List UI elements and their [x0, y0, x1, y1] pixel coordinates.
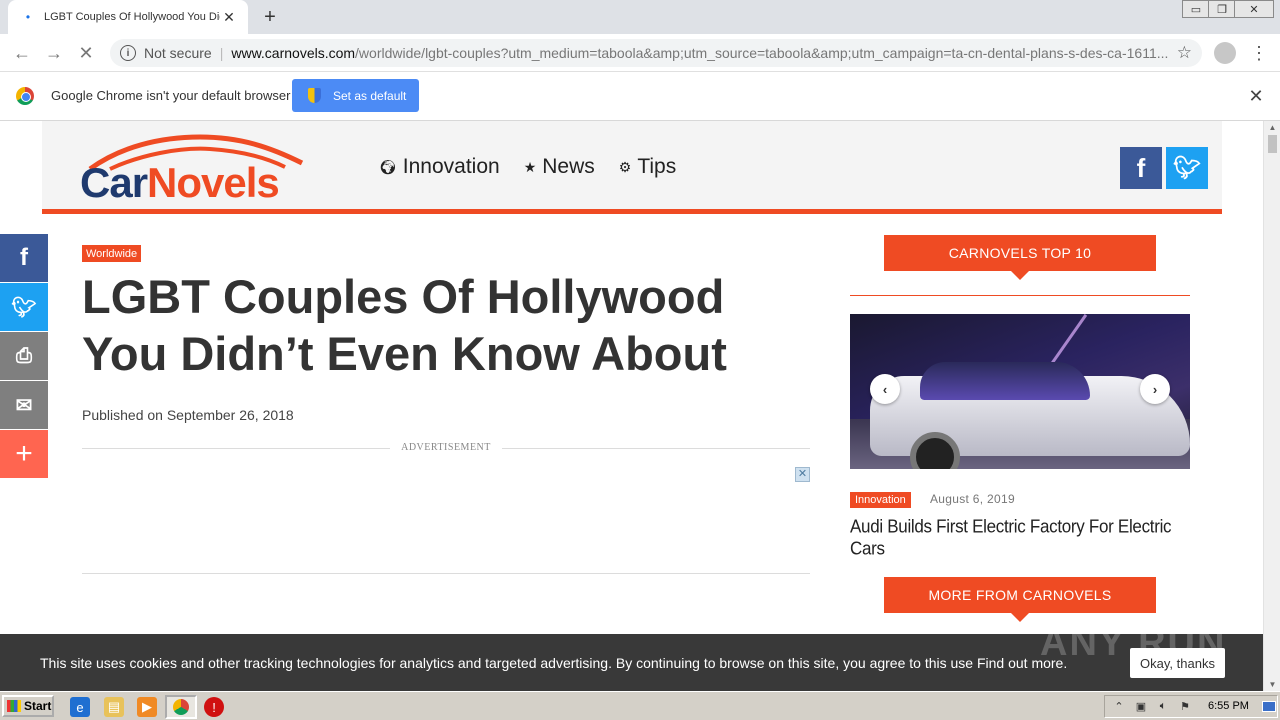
car-glass: [920, 362, 1090, 400]
nav-label: Tips: [637, 155, 677, 178]
url-host: www.carnovels.com: [231, 45, 356, 61]
tray-expand-icon[interactable]: ⌃: [1111, 700, 1127, 714]
chrome-icon: [173, 699, 189, 715]
advertisement-label: ADVERTISEMENT: [390, 442, 502, 453]
nav-label: Innovation: [402, 155, 500, 178]
slide-image[interactable]: [850, 314, 1190, 469]
set-as-default-button[interactable]: Set as default: [292, 79, 419, 112]
browser-tab[interactable]: • LGBT Couples Of Hollywood You Didn ✕: [8, 0, 248, 34]
start-button[interactable]: Start: [2, 695, 54, 717]
security-label: Not secure: [144, 45, 212, 61]
category-badge[interactable]: Worldwide: [82, 245, 142, 262]
windows-logo-icon: [7, 700, 21, 712]
chrome-menu-icon[interactable]: ⋮: [1250, 42, 1268, 64]
tab-title: LGBT Couples Of Hollywood You Didn: [44, 11, 220, 23]
top10-heading: CARNOVELS TOP 10: [884, 235, 1156, 280]
post-date: August 6, 2019: [930, 492, 1015, 506]
carnovels-logo[interactable]: CarNovels: [80, 133, 310, 205]
new-tab-button[interactable]: +: [258, 5, 282, 29]
page-scrollbar[interactable]: ▲ ▼: [1263, 121, 1280, 691]
restore-button[interactable]: ❐: [1208, 0, 1236, 18]
post-category-badge[interactable]: Innovation: [850, 492, 911, 508]
start-label: Start: [24, 699, 52, 713]
infobar-close-icon[interactable]: ✕: [1246, 86, 1266, 107]
uac-shield-icon: [308, 88, 321, 103]
main-nav: 🌍︎ Innovation ★ News ⚙ Tips: [379, 155, 700, 179]
nav-item-innovation[interactable]: 🌍︎ Innovation: [379, 155, 500, 179]
post-title-link[interactable]: Audi Builds First Electric Factory For E…: [850, 516, 1190, 560]
ad-bottom-divider: [82, 573, 810, 574]
scroll-thumb[interactable]: [1268, 135, 1277, 153]
globe-icon: 🌍︎: [379, 158, 397, 175]
show-desktop-icon[interactable]: [1262, 701, 1276, 712]
info-icon[interactable]: i: [120, 45, 136, 61]
windows-taskbar: Start e ▤ ▶ ! ⌃ ▣ 🔈︎ ⚑ 6:55 PM: [0, 691, 1280, 720]
minimize-button[interactable]: ▭: [1182, 0, 1210, 18]
share-facebook-icon[interactable]: f: [0, 234, 48, 282]
network-icon[interactable]: ▣: [1133, 700, 1149, 714]
tab-strip: • LGBT Couples Of Hollywood You Didn ✕ +…: [0, 0, 1280, 34]
internet-explorer-icon[interactable]: e: [70, 697, 90, 717]
nav-item-tips[interactable]: ⚙ Tips: [619, 155, 676, 179]
share-email-icon[interactable]: ✉: [0, 381, 48, 429]
gears-icon: ⚙: [618, 158, 632, 175]
media-player-icon[interactable]: ▶: [137, 697, 157, 717]
taskbar-clock: 6:55 PM: [1208, 700, 1249, 712]
volume-icon[interactable]: 🔈︎: [1155, 700, 1171, 714]
browser-toolbar: ← → ✕ i Not secure | www.carnovels.com /…: [0, 34, 1280, 72]
system-tray: ⌃ ▣ 🔈︎ ⚑: [1104, 695, 1278, 718]
url-path: /worldwide/lgbt-couples?utm_medium=taboo…: [355, 45, 1169, 61]
omnibox-separator: |: [219, 45, 224, 61]
star-icon: ★: [523, 158, 537, 175]
twitter-icon[interactable]: 🐦︎: [1166, 147, 1208, 189]
profile-avatar-icon[interactable]: [1214, 42, 1236, 64]
cookie-accept-button[interactable]: Okay, thanks: [1130, 648, 1225, 678]
set-as-default-label: Set as default: [333, 88, 407, 103]
logo-wordmark: CarNovels: [80, 159, 280, 206]
default-browser-infobar: Google Chrome isn't your default browser…: [0, 72, 1280, 121]
cookie-message: This site uses cookies and other trackin…: [40, 655, 1068, 671]
slider-prev-icon[interactable]: ‹: [870, 374, 900, 404]
bookmark-star-icon[interactable]: ☆: [1177, 43, 1192, 63]
file-explorer-icon[interactable]: ▤: [104, 697, 124, 717]
chrome-logo-icon: [16, 87, 34, 105]
facebook-icon[interactable]: f: [1120, 147, 1162, 189]
tab-close-icon[interactable]: ✕: [220, 9, 238, 26]
stop-loading-icon[interactable]: ✕: [74, 41, 98, 65]
nav-label: News: [542, 155, 595, 178]
flag-icon[interactable]: ⚑: [1177, 700, 1193, 714]
forward-arrow-icon[interactable]: →: [42, 41, 66, 65]
address-bar[interactable]: i Not secure | www.carnovels.com /worldw…: [110, 39, 1202, 67]
back-arrow-icon[interactable]: ←: [10, 41, 34, 65]
infobar-message: Google Chrome isn't your default browser: [51, 88, 291, 103]
loading-favicon-icon: •: [25, 10, 31, 24]
nav-item-news[interactable]: ★ News: [524, 155, 595, 179]
scroll-up-icon[interactable]: ▲: [1264, 123, 1280, 132]
close-window-button[interactable]: ✕: [1234, 0, 1274, 18]
site-header: CarNovels 🌍︎ Innovation ★ News ⚙ Tips f …: [42, 121, 1222, 214]
share-twitter-icon[interactable]: 🐦︎: [0, 283, 48, 331]
cookie-bar: This site uses cookies and other trackin…: [0, 622, 1263, 691]
page-viewport: CarNovels 🌍︎ Innovation ★ News ⚙ Tips f …: [0, 121, 1280, 691]
ad-close-icon[interactable]: ✕: [795, 467, 810, 482]
top10-divider: [850, 295, 1190, 296]
share-more-icon[interactable]: +: [0, 430, 48, 478]
publish-date: Published on September 26, 2018: [82, 407, 294, 423]
scroll-down-icon[interactable]: ▼: [1264, 680, 1280, 689]
more-heading: MORE FROM CARNOVELS: [884, 577, 1156, 622]
slider-next-icon[interactable]: ›: [1140, 374, 1170, 404]
security-alert-icon[interactable]: !: [204, 697, 224, 717]
article-title: LGBT Couples Of Hollywood You Didn’t Eve…: [82, 270, 727, 380]
chrome-taskbar-button[interactable]: [165, 695, 197, 719]
share-print-icon[interactable]: ⎙: [0, 332, 48, 380]
